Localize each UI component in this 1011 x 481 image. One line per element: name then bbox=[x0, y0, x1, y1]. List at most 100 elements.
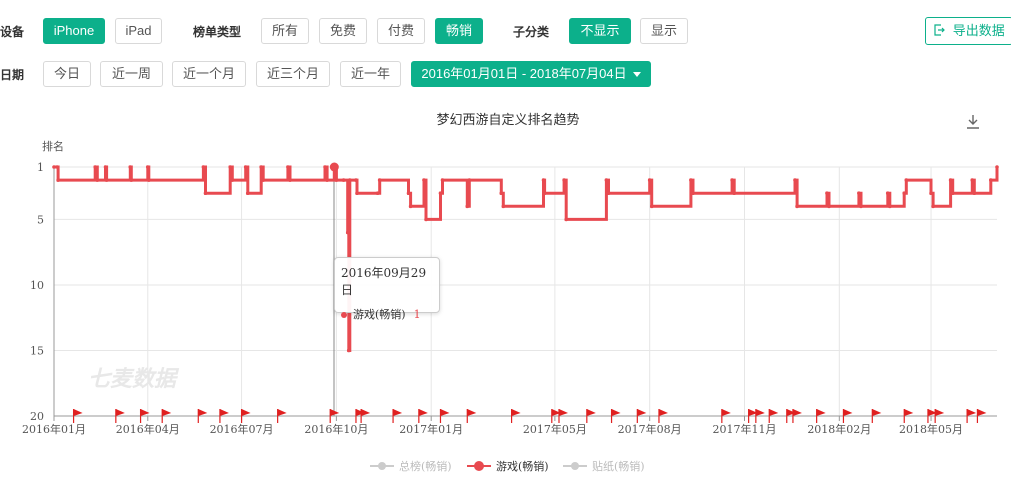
data-point bbox=[649, 204, 654, 209]
data-point bbox=[128, 165, 133, 169]
data-point bbox=[377, 178, 382, 182]
y-tick-label: 1 bbox=[37, 161, 44, 174]
tooltip-series-dot bbox=[341, 312, 347, 318]
data-point bbox=[245, 191, 250, 196]
data-point bbox=[55, 165, 59, 169]
x-tick-label: 2017年11月 bbox=[713, 422, 777, 436]
data-point bbox=[129, 178, 134, 182]
data-point bbox=[902, 191, 907, 196]
chart-tooltip: 2016年09月29日 游戏(畅销) 1 bbox=[334, 257, 440, 321]
data-point bbox=[261, 178, 266, 182]
data-point bbox=[203, 191, 208, 196]
tooltip-series-value: 1 bbox=[413, 308, 421, 321]
data-point bbox=[243, 165, 248, 169]
data-point bbox=[259, 165, 263, 169]
data-point bbox=[604, 178, 609, 182]
data-point bbox=[201, 165, 206, 169]
data-point bbox=[355, 191, 359, 196]
data-point bbox=[970, 178, 975, 182]
data-point bbox=[691, 191, 695, 196]
rank-trend-chart: 梦幻西游自定义排名趋势 排名 151015202016年01月 2016年04月 2… bbox=[22, 112, 999, 473]
data-point bbox=[145, 165, 150, 169]
data-point bbox=[995, 165, 999, 169]
data-point bbox=[406, 191, 411, 196]
legend-item[interactable]: 总榜(畅销) bbox=[370, 459, 452, 473]
x-tick-label: 2016年04月 bbox=[116, 422, 180, 436]
data-point bbox=[885, 191, 890, 196]
data-point bbox=[104, 178, 109, 182]
data-point bbox=[422, 178, 426, 182]
tooltip-date: 2016年09月29日 bbox=[341, 266, 427, 297]
legend-label: 贴纸(畅销) bbox=[592, 459, 645, 473]
data-point bbox=[859, 204, 863, 209]
data-point bbox=[52, 165, 56, 169]
data-point bbox=[230, 178, 235, 182]
data-point bbox=[857, 191, 861, 196]
y-axis-label: 排名 bbox=[42, 139, 64, 153]
data-point bbox=[929, 191, 933, 196]
data-point bbox=[730, 178, 734, 182]
data-point bbox=[542, 191, 547, 196]
data-point bbox=[972, 191, 977, 196]
tooltip-series-name: 游戏(畅销) bbox=[353, 308, 406, 321]
x-tick-label: 2018年02月 bbox=[807, 422, 871, 436]
data-point bbox=[325, 178, 329, 182]
data-point bbox=[606, 191, 611, 196]
data-point bbox=[347, 178, 352, 182]
download-icon[interactable] bbox=[967, 115, 979, 129]
data-point bbox=[375, 191, 380, 196]
data-point bbox=[467, 178, 472, 182]
data-point bbox=[341, 178, 346, 182]
data-point bbox=[408, 204, 413, 209]
data-point bbox=[334, 178, 339, 182]
data-point bbox=[541, 178, 546, 182]
data-point bbox=[95, 178, 100, 182]
data-point bbox=[888, 204, 892, 209]
data-point bbox=[950, 191, 955, 196]
data-point bbox=[793, 178, 797, 182]
data-point bbox=[931, 204, 935, 209]
data-point bbox=[345, 230, 350, 235]
chart-title: 梦幻西游自定义排名趋势 bbox=[436, 112, 579, 128]
data-point bbox=[147, 178, 151, 182]
data-point bbox=[354, 178, 358, 182]
x-tick-label: 2017年05月 bbox=[523, 422, 587, 436]
data-point bbox=[989, 178, 993, 182]
data-point bbox=[438, 191, 443, 196]
data-point bbox=[948, 178, 953, 182]
data-point bbox=[499, 191, 504, 196]
data-point bbox=[904, 178, 909, 182]
data-point bbox=[564, 217, 569, 222]
legend-item[interactable]: 游戏(畅销) bbox=[467, 459, 549, 473]
y-tick-label: 15 bbox=[30, 344, 44, 357]
legend-label: 总榜(畅销) bbox=[399, 459, 452, 473]
data-point bbox=[827, 204, 831, 209]
data-point bbox=[795, 204, 799, 209]
data-point bbox=[689, 178, 693, 182]
data-point bbox=[647, 178, 652, 182]
data-point bbox=[465, 204, 470, 209]
data-point bbox=[440, 178, 445, 182]
data-point bbox=[93, 165, 98, 169]
data-point bbox=[825, 191, 829, 196]
data-point bbox=[228, 165, 233, 169]
data-point bbox=[501, 204, 506, 209]
legend-item[interactable]: 贴纸(畅销) bbox=[563, 459, 645, 473]
x-tick-label: 2016年01月 bbox=[22, 422, 86, 436]
data-point bbox=[103, 165, 108, 169]
x-tick-label: 2017年08月 bbox=[618, 422, 682, 436]
data-point bbox=[732, 191, 736, 196]
x-tick-label: 2018年05月 bbox=[899, 422, 963, 436]
data-point bbox=[288, 178, 292, 182]
x-tick-label: 2017年01月 bbox=[399, 422, 463, 436]
data-point bbox=[424, 217, 428, 222]
data-point bbox=[323, 165, 327, 169]
y-tick-label: 20 bbox=[30, 410, 44, 423]
y-tick-label: 5 bbox=[37, 213, 44, 226]
data-point bbox=[346, 348, 351, 353]
x-tick-label: 2016年10月 bbox=[304, 422, 368, 436]
highlighted-point bbox=[329, 162, 339, 172]
watermark: 七麦数据 bbox=[88, 367, 180, 392]
legend-label: 游戏(畅销) bbox=[496, 459, 549, 473]
data-point bbox=[56, 178, 60, 182]
